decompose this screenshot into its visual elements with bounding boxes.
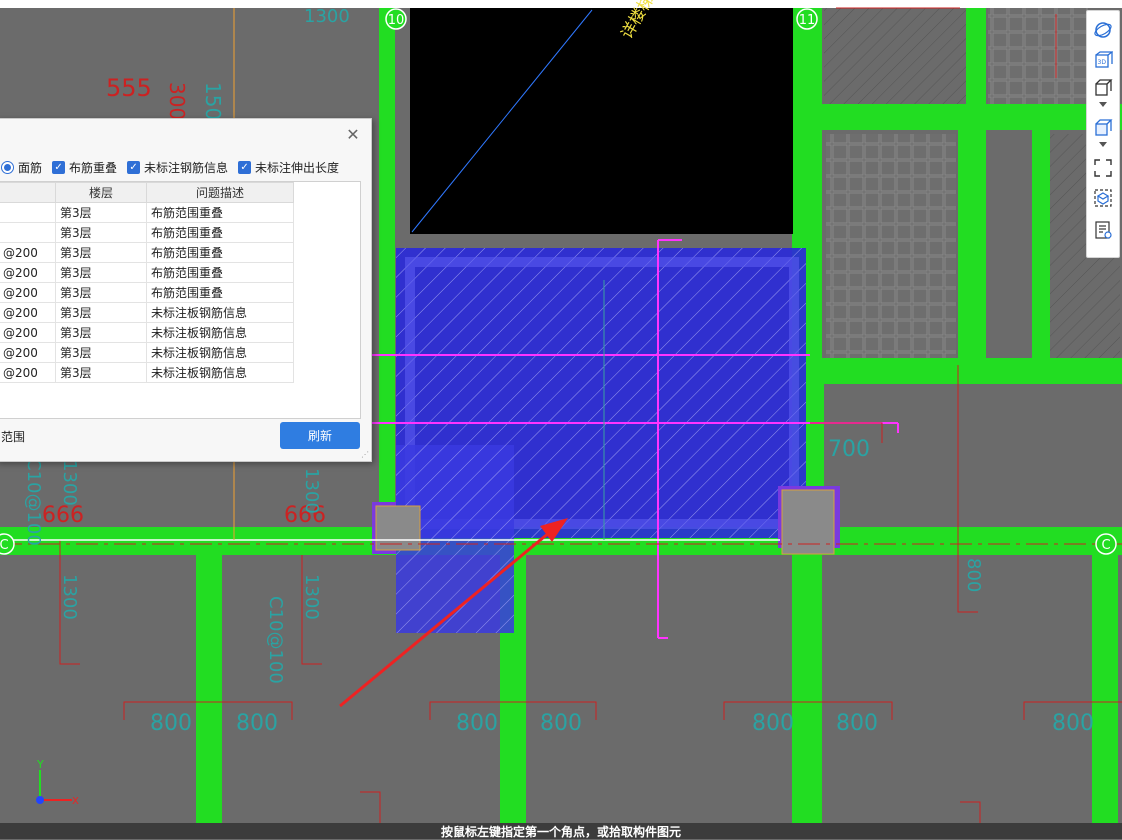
table-row[interactable]: @200 第3层 布筋范围重叠 — [0, 282, 294, 303]
dim-300: 300 — [165, 82, 189, 120]
chevron-down-icon-2[interactable] — [1092, 139, 1114, 151]
check-missing-length[interactable]: ✓ — [238, 161, 252, 174]
3d-view-icon[interactable]: 3D — [1092, 49, 1114, 71]
table-row[interactable]: @200 第3层 布筋范围重叠 — [0, 262, 294, 283]
table-row[interactable]: 第3层 布筋范围重叠 — [0, 202, 294, 223]
stair-area — [410, 8, 793, 234]
refresh-button[interactable]: 刷新 — [280, 422, 360, 449]
dim-800-b7: 800 — [1052, 711, 1094, 736]
resize-grip-icon[interactable]: ⋰ — [361, 451, 369, 459]
radio-label: 面筋 — [18, 161, 43, 175]
svg-text:11: 11 — [799, 13, 816, 28]
ucs-axis-icon: Y X — [36, 758, 79, 807]
status-text: 按鼠标左键指定第一个角点，或拾取构件图元 — [440, 824, 681, 839]
dim-150: 150 — [201, 82, 225, 120]
dim-800-b2: 800 — [236, 711, 278, 736]
svg-text:C: C — [1101, 538, 1110, 553]
dim-1300-bottom-a: 1300 — [59, 574, 80, 620]
status-bar: 按鼠标左键指定第一个角点，或拾取构件图元 — [0, 823, 1122, 839]
dim-800-b3: 800 — [456, 711, 498, 736]
chevron-down-icon[interactable] — [1092, 99, 1114, 111]
svg-text:10: 10 — [388, 13, 405, 28]
col-header-desc: 问题描述 — [146, 182, 294, 203]
check-missing-info-label: 未标注钢筋信息 — [144, 161, 229, 175]
view-toolbar: 3D — [1086, 10, 1120, 258]
orbit-icon[interactable] — [1092, 19, 1114, 41]
table-row[interactable]: @200 第3层 未标注板钢筋信息 — [0, 302, 294, 323]
dim-1300-left: 1300 — [59, 460, 80, 506]
dim-800-b4: 800 — [540, 711, 582, 736]
svg-text:C: C — [0, 538, 9, 553]
axis-bubble-10: 10 — [385, 8, 407, 30]
dim-555: 555 — [106, 74, 152, 102]
dim-c10-mid: C10@100 — [265, 596, 286, 684]
property-icon[interactable] — [1092, 219, 1114, 241]
svg-text:X: X — [72, 796, 79, 807]
close-icon[interactable]: ✕ — [345, 127, 361, 143]
axis-bubble-c-left: C — [0, 533, 15, 555]
radio-face-rebar[interactable] — [1, 161, 14, 174]
box-view-2-icon[interactable] — [1092, 117, 1114, 139]
dim-700: 700 — [828, 437, 870, 462]
col-header-floor: 楼层 — [55, 182, 147, 203]
filter-options: 面筋 ✓ 布筋重叠 ✓ 未标注钢筋信息 ✓ 未标注伸出长度 — [1, 159, 339, 176]
table-row[interactable]: @200 第3层 布筋范围重叠 — [0, 242, 294, 263]
dim-800-b5: 800 — [752, 711, 794, 736]
svg-text:3D: 3D — [1098, 59, 1107, 66]
dim-1300-top: 1300 — [304, 6, 350, 27]
table-row[interactable]: @200 第3层 未标注板钢筋信息 — [0, 362, 294, 383]
issue-table: 楼层 问题描述 第3层 布筋范围重叠 第3层 布筋范围重叠 @200 第3层 布筋范围重… — [0, 181, 361, 419]
fit-frame-icon[interactable] — [1092, 157, 1114, 179]
dim-1300-mid: 1300 — [301, 468, 322, 514]
selected-slab[interactable] — [396, 248, 806, 633]
dim-800-b6: 800 — [836, 711, 878, 736]
table-row[interactable]: 第3层 布筋范围重叠 — [0, 222, 294, 243]
check-missing-info[interactable]: ✓ — [127, 161, 141, 174]
dim-800-right: 800 — [963, 558, 984, 592]
axis-bubble-c-right: C — [1095, 533, 1117, 555]
table-row[interactable]: @200 第3层 未标注板钢筋信息 — [0, 342, 294, 363]
dim-1300-bottom-b: 1300 — [301, 574, 322, 620]
box-view-icon[interactable] — [1092, 77, 1114, 99]
range-label: 范围 — [1, 430, 26, 444]
col-header-name — [0, 182, 56, 203]
component-icon[interactable] — [1092, 187, 1114, 209]
dim-c10-left: C10@100 — [23, 458, 44, 546]
check-dialog: ✕ 面筋 ✓ 布筋重叠 ✓ 未标注钢筋信息 ✓ 未标注伸出长度 楼层 问题描述 … — [0, 118, 372, 462]
check-missing-length-label: 未标注伸出长度 — [255, 161, 340, 175]
svg-text:Y: Y — [36, 758, 44, 771]
axis-bubble-11: 11 — [796, 8, 818, 30]
dim-666-left: 666 — [42, 503, 84, 528]
check-overlap[interactable]: ✓ — [52, 161, 66, 174]
table-row[interactable]: @200 第3层 未标注板钢筋信息 — [0, 322, 294, 343]
check-overlap-label: 布筋重叠 — [69, 161, 118, 175]
dim-800-b1: 800 — [150, 711, 192, 736]
